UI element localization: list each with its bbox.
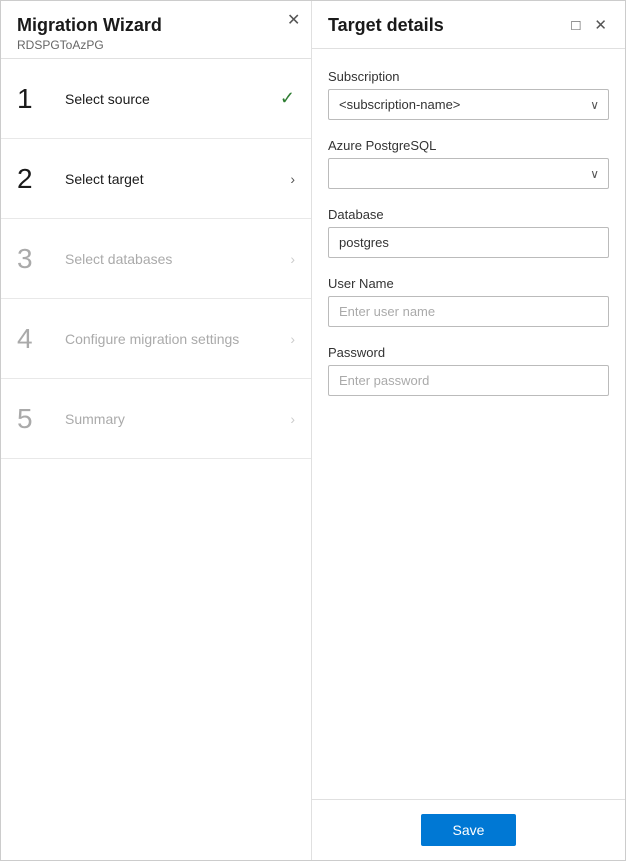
- database-input[interactable]: [328, 227, 609, 258]
- subscription-label: Subscription: [328, 69, 609, 84]
- wizard-subtitle: RDSPGToAzPG: [17, 38, 295, 52]
- step-item-1[interactable]: 1 Select source ✓: [1, 59, 311, 139]
- maximize-button[interactable]: □: [569, 16, 582, 35]
- username-field-group: User Name: [328, 276, 609, 327]
- checkmark-icon-1: ✓: [280, 88, 295, 109]
- step-number-2: 2: [17, 165, 53, 193]
- azure-postgresql-field-group: Azure PostgreSQL: [328, 138, 609, 189]
- wizard-container: Migration Wizard RDSPGToAzPG ✕ 1 Select …: [0, 0, 626, 861]
- close-icon: ✕: [287, 12, 300, 29]
- step-number-4: 4: [17, 325, 53, 353]
- step-label-2: Select target: [53, 171, 290, 187]
- step-label-4: Configure migration settings: [53, 331, 290, 347]
- step-label-3: Select databases: [53, 251, 290, 267]
- right-panel-title: Target details: [328, 15, 444, 36]
- left-panel: Migration Wizard RDSPGToAzPG ✕ 1 Select …: [1, 1, 312, 860]
- subscription-field-group: Subscription <subscription-name>: [328, 69, 609, 120]
- left-header: Migration Wizard RDSPGToAzPG ✕: [1, 1, 311, 59]
- right-footer: Save: [312, 799, 625, 860]
- step-label-1: Select source: [53, 91, 280, 107]
- database-label: Database: [328, 207, 609, 222]
- chevron-right-icon-2: ›: [290, 171, 295, 187]
- right-close-button[interactable]: ✕: [592, 16, 609, 35]
- chevron-right-icon-5: ›: [290, 411, 295, 427]
- wizard-title: Migration Wizard: [17, 15, 295, 36]
- right-panel: Target details □ ✕ Subscription <subscri…: [312, 1, 625, 860]
- step-number-3: 3: [17, 245, 53, 273]
- azure-postgresql-select-wrapper: [328, 158, 609, 189]
- step-number-5: 5: [17, 405, 53, 433]
- right-content: Subscription <subscription-name> Azure P…: [312, 49, 625, 799]
- maximize-icon: □: [571, 17, 580, 34]
- step-label-5: Summary: [53, 411, 290, 427]
- subscription-select[interactable]: <subscription-name>: [328, 89, 609, 120]
- password-label: Password: [328, 345, 609, 360]
- username-input[interactable]: [328, 296, 609, 327]
- left-close-button[interactable]: ✕: [287, 13, 300, 29]
- azure-postgresql-select[interactable]: [328, 158, 609, 189]
- step-item-4: 4 Configure migration settings ›: [1, 299, 311, 379]
- chevron-right-icon-4: ›: [290, 331, 295, 347]
- username-label: User Name: [328, 276, 609, 291]
- password-input[interactable]: [328, 365, 609, 396]
- close-icon: ✕: [594, 17, 607, 34]
- chevron-right-icon-3: ›: [290, 251, 295, 267]
- step-item-5: 5 Summary ›: [1, 379, 311, 459]
- step-item-2[interactable]: 2 Select target ›: [1, 139, 311, 219]
- step-item-3: 3 Select databases ›: [1, 219, 311, 299]
- right-header-actions: □ ✕: [569, 16, 609, 35]
- database-field-group: Database: [328, 207, 609, 258]
- step-number-1: 1: [17, 85, 53, 113]
- subscription-select-wrapper: <subscription-name>: [328, 89, 609, 120]
- right-header: Target details □ ✕: [312, 1, 625, 49]
- save-button[interactable]: Save: [421, 814, 517, 846]
- password-field-group: Password: [328, 345, 609, 396]
- azure-postgresql-label: Azure PostgreSQL: [328, 138, 609, 153]
- step-list: 1 Select source ✓ 2 Select target › 3 Se…: [1, 59, 311, 860]
